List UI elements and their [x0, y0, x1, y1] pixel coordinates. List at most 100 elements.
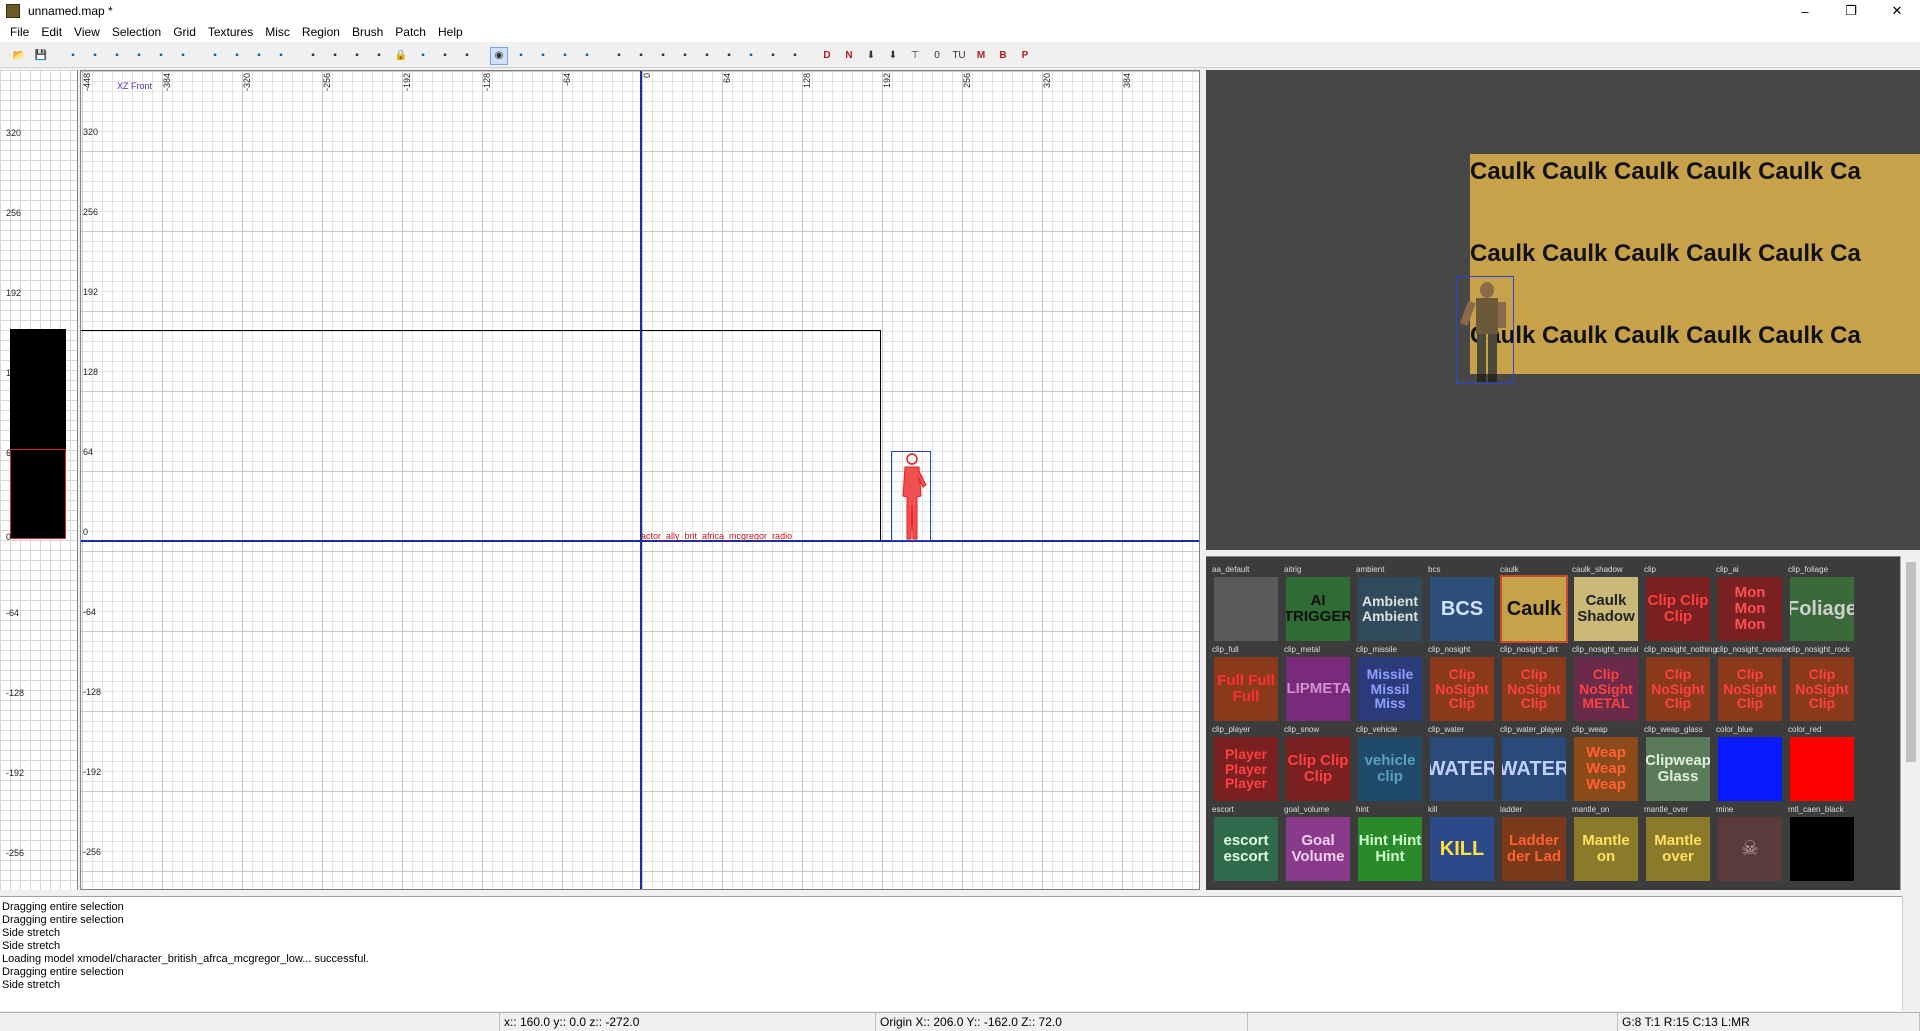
make-hollow-button[interactable]: ▪: [348, 47, 366, 65]
texture-tile[interactable]: color_red: [1788, 725, 1860, 805]
menu-patch[interactable]: Patch: [389, 22, 432, 42]
scrollbar-thumb[interactable]: [1906, 562, 1916, 762]
view-y-button[interactable]: ▪: [556, 47, 574, 65]
drag-button[interactable]: ▪: [676, 47, 694, 65]
texture-tile[interactable]: clip_player Player Player Player: [1212, 725, 1284, 805]
flip-x-button[interactable]: ▪: [64, 47, 82, 65]
texture-tile[interactable]: clip Clip Clip Clip: [1644, 565, 1716, 645]
arrow-green-button[interactable]: ⬇: [884, 47, 902, 65]
select-complete-button[interactable]: ▪: [206, 47, 224, 65]
texture-tile[interactable]: clip_weap_glass Clipweap Glass: [1644, 725, 1716, 805]
save-button[interactable]: 💾: [32, 47, 50, 65]
menu-grid[interactable]: Grid: [167, 22, 202, 42]
p-button[interactable]: P: [1016, 47, 1034, 65]
rotate-x-button[interactable]: ▪: [86, 47, 104, 65]
m-button[interactable]: M: [972, 47, 990, 65]
clipper-button[interactable]: ▪: [370, 47, 388, 65]
grid-view-xz[interactable]: -448 -384 -320 -256 -192 -128 -64 0 64 128 192 256 3…: [80, 70, 1200, 890]
texture-tile[interactable]: mantle_on Mantle on: [1572, 805, 1644, 885]
curve-button[interactable]: ▪: [632, 47, 650, 65]
tex-lock-button[interactable]: ▪: [436, 47, 454, 65]
view-swap-button[interactable]: ▪: [512, 47, 530, 65]
texture-tile[interactable]: clip_water_player WATER: [1500, 725, 1572, 805]
texture-tile[interactable]: mine ☠: [1716, 805, 1788, 885]
menu-region[interactable]: Region: [296, 22, 346, 42]
texture-tile[interactable]: aitrig AI TRIGGER: [1284, 565, 1356, 645]
menu-file[interactable]: File: [4, 22, 35, 42]
texture-tile[interactable]: ladder Ladder der Lad: [1500, 805, 1572, 885]
texture-tile[interactable]: clip_nosight_rock Clip NoSight Clip: [1788, 645, 1860, 725]
maximize-button[interactable]: ❐: [1828, 0, 1874, 22]
texture-button[interactable]: ▪: [698, 47, 716, 65]
entity-red-button[interactable]: ▪: [610, 47, 628, 65]
filter-button[interactable]: ▪: [786, 47, 804, 65]
texture-tile[interactable]: clip_nosight_dirt Clip NoSight Clip: [1500, 645, 1572, 725]
texture-tile[interactable]: aa_default: [1212, 565, 1284, 645]
minimize-button[interactable]: –: [1782, 0, 1828, 22]
texture-tile[interactable]: caulk_shadow Caulk Shadow: [1572, 565, 1644, 645]
rotate-tex-button[interactable]: ▪: [414, 47, 432, 65]
selection-button[interactable]: ▪: [742, 47, 760, 65]
red-n-button[interactable]: N: [840, 47, 858, 65]
view-z-button[interactable]: ▪: [578, 47, 596, 65]
texture-tile[interactable]: clip_foliage Foliage: [1788, 565, 1860, 645]
texture-tile[interactable]: ambient Ambient Ambient: [1356, 565, 1428, 645]
texture-tile[interactable]: clip_nosight_nowater Clip NoSight Clip: [1716, 645, 1791, 725]
texture-tile[interactable]: clip_snow Clip Clip Clip: [1284, 725, 1356, 805]
flip-z-button[interactable]: ▪: [152, 47, 170, 65]
texture-tile[interactable]: color_blue: [1716, 725, 1788, 805]
texture-tile[interactable]: bcs BCS: [1428, 565, 1500, 645]
texture-tile[interactable]: escort escort escort: [1212, 805, 1284, 885]
menu-selection[interactable]: Selection: [106, 22, 167, 42]
texture-tile[interactable]: clip_nosight_nothing Clip NoSight Clip: [1644, 645, 1717, 725]
z-view[interactable]: 320 256 192 1 6 0 -64 -128 -192 -256: [0, 70, 78, 890]
tree-button[interactable]: ⊤: [906, 47, 924, 65]
zero-button[interactable]: 0: [928, 47, 946, 65]
caulk-brush-wall[interactable]: Caulk Caulk Caulk Caulk Caulk Ca Caulk C…: [1470, 154, 1920, 374]
menu-edit[interactable]: Edit: [35, 22, 68, 42]
open-button[interactable]: 📂: [10, 47, 28, 65]
texture-tile[interactable]: clip_weap Weap Weap Weap: [1572, 725, 1644, 805]
brush-button[interactable]: ▪: [720, 47, 738, 65]
texture-tile[interactable]: mantle_over Mantle over: [1644, 805, 1716, 885]
texture-tile[interactable]: hint Hint Hint Hint: [1356, 805, 1428, 885]
texture-tile[interactable]: clip_water WATER: [1428, 725, 1500, 805]
texture-tile[interactable]: mtl_caen_black: [1788, 805, 1860, 885]
csg-merge-button[interactable]: ▪: [326, 47, 344, 65]
camera-button[interactable]: ◉: [490, 46, 508, 65]
entity-figure-icon[interactable]: [897, 451, 927, 541]
texture-tile[interactable]: clip_missile Missile Missil Miss: [1356, 645, 1428, 725]
menu-view[interactable]: View: [68, 22, 106, 42]
arrow-down-button[interactable]: ⬇: [862, 47, 880, 65]
menu-textures[interactable]: Textures: [202, 22, 259, 42]
menu-misc[interactable]: Misc: [259, 22, 296, 42]
texture-tile[interactable]: clip_full Full Full Full: [1212, 645, 1284, 725]
texture-browser-scrollbar[interactable]: [1900, 556, 1920, 890]
b-button[interactable]: B: [994, 47, 1012, 65]
texture-tile[interactable]: clip_nosight Clip NoSight Clip: [1428, 645, 1500, 725]
patch-button[interactable]: ▪: [654, 47, 672, 65]
red-d-button[interactable]: D: [818, 47, 836, 65]
select-partial-button[interactable]: ▪: [272, 47, 290, 65]
tu-button[interactable]: TU: [950, 47, 968, 65]
character-model-icon[interactable]: [1460, 278, 1514, 384]
flip-y-button[interactable]: ▪: [108, 47, 126, 65]
texture-tile[interactable]: kill KILL: [1428, 805, 1500, 885]
rotate-y-button[interactable]: ▪: [130, 47, 148, 65]
brush-outline[interactable]: [81, 330, 881, 540]
menu-brush[interactable]: Brush: [346, 22, 389, 42]
view-x-button[interactable]: ▪: [534, 47, 552, 65]
texture-tile[interactable]: clip_nosight_metal Clip NoSight METAL: [1572, 645, 1644, 725]
rotate-z-button[interactable]: ▪: [174, 47, 192, 65]
texture-tile[interactable]: goal_volume Goal Volume: [1284, 805, 1356, 885]
console-scrollbar[interactable]: [1902, 896, 1920, 1011]
menu-help[interactable]: Help: [432, 22, 469, 42]
group-button[interactable]: ▪: [764, 47, 782, 65]
texture-browser[interactable]: aa_default aitrig AI TRIGGER ambient Ambient…: [1206, 556, 1900, 890]
texture-tile[interactable]: clip_ai Mon Mon Mon: [1716, 565, 1788, 645]
select-touching-button[interactable]: ▪: [228, 47, 246, 65]
close-button[interactable]: ✕: [1874, 0, 1920, 22]
texture-tile[interactable]: caulk Caulk: [1500, 565, 1572, 645]
texture-tile[interactable]: clip_metal CLIPMETAL: [1284, 645, 1356, 725]
scale-lock-button[interactable]: ▪: [458, 47, 476, 65]
